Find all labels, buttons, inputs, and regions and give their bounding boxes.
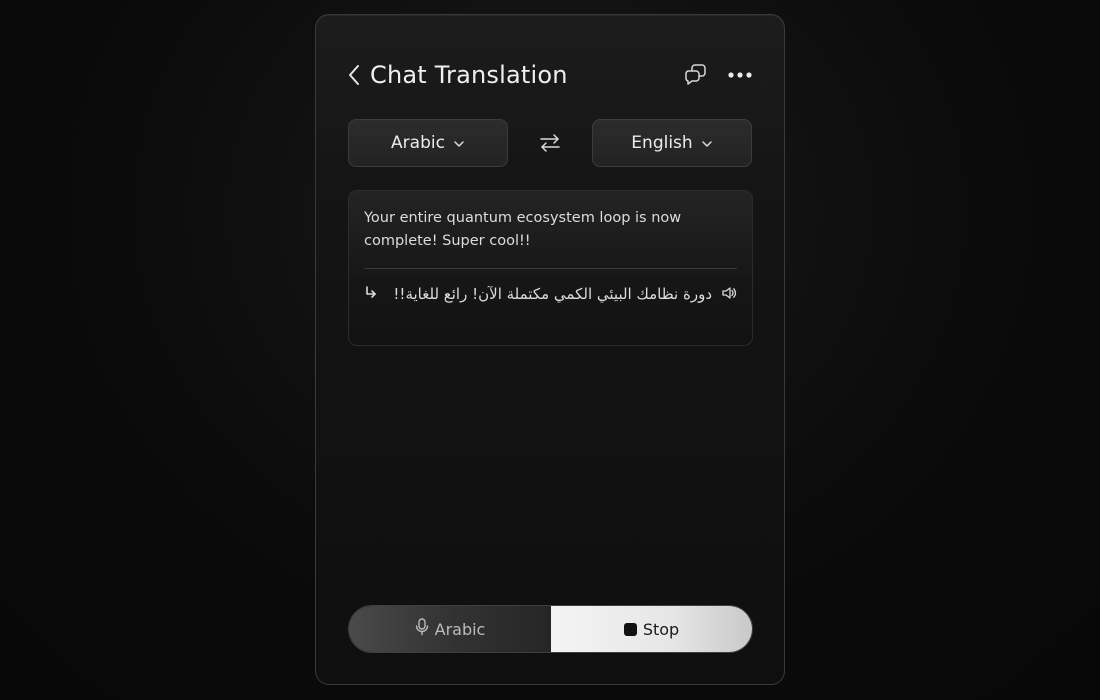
translated-message-text: دورة نظامك البيئي الكمي مكتملة الآن! رائ… xyxy=(393,285,712,303)
target-language-select[interactable]: English xyxy=(592,119,752,167)
speaker-icon[interactable] xyxy=(721,285,737,301)
swap-arrows-icon xyxy=(539,134,561,158)
translation-card: Your entire quantum ecosystem loop is no… xyxy=(348,190,753,346)
page-title: Chat Translation xyxy=(370,61,568,89)
chevron-left-icon xyxy=(348,64,360,86)
chevron-down-icon xyxy=(453,133,465,153)
voice-control-bar: Arabic Stop xyxy=(348,605,753,653)
header-actions xyxy=(684,63,752,87)
language-selector-row: Arabic English xyxy=(348,119,753,167)
more-horizontal-icon[interactable] xyxy=(728,71,752,79)
stop-icon xyxy=(623,622,637,636)
swap-languages-button[interactable] xyxy=(539,132,561,154)
target-language-label: English xyxy=(631,133,693,153)
back-button[interactable]: Chat Translation xyxy=(348,61,568,89)
stage: Chat Translation Arabic English Your ent… xyxy=(0,0,1100,700)
source-message-text: Your entire quantum ecosystem loop is no… xyxy=(364,210,682,249)
chat-bubbles-icon[interactable] xyxy=(684,63,708,87)
microphone-icon xyxy=(415,618,429,640)
stop-label: Stop xyxy=(642,619,680,639)
stop-button[interactable]: Stop xyxy=(551,606,752,652)
speak-language-button[interactable]: Arabic xyxy=(349,606,551,652)
divider xyxy=(364,268,737,269)
speak-language-label: Arabic xyxy=(434,619,486,639)
source-language-label: Arabic xyxy=(391,133,445,153)
source-language-select[interactable]: Arabic xyxy=(348,119,508,167)
header: Chat Translation xyxy=(348,59,752,89)
reply-arrow-icon xyxy=(364,285,378,299)
chevron-down-icon xyxy=(701,133,713,153)
chat-translation-panel: Chat Translation Arabic English Your ent… xyxy=(315,14,785,685)
